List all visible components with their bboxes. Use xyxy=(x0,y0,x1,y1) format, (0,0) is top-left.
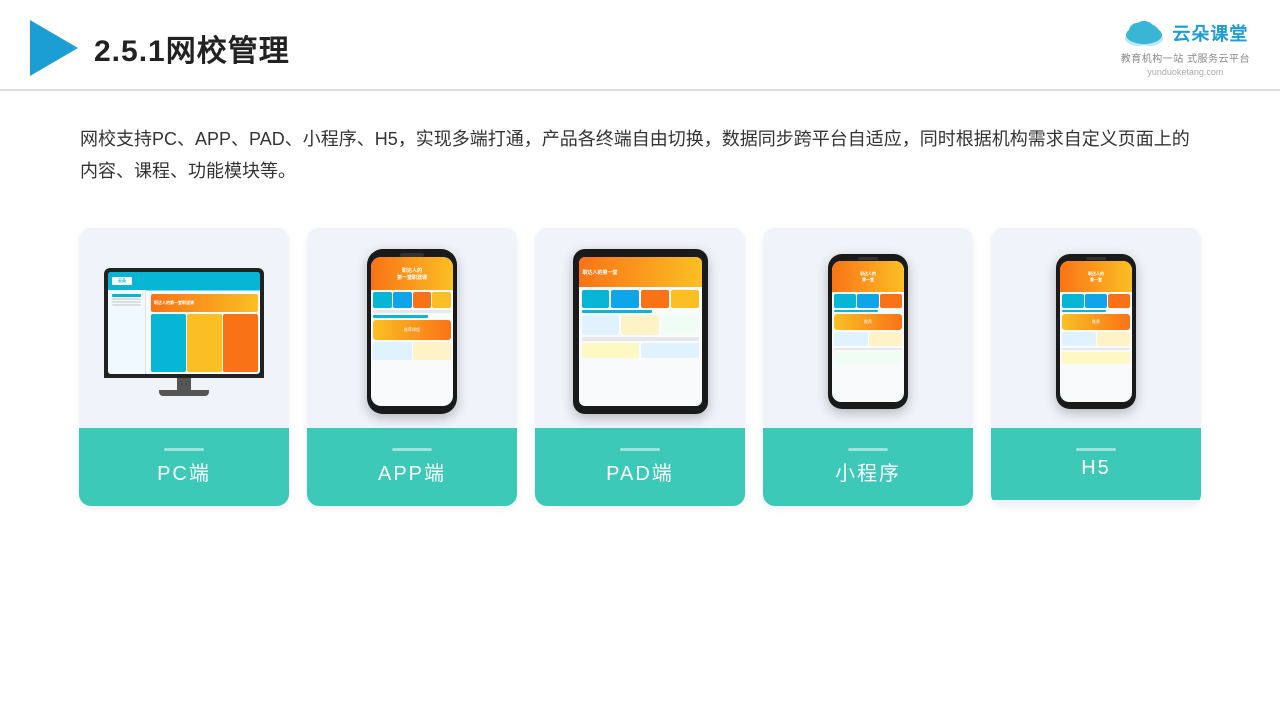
logo-triangle-icon xyxy=(30,20,78,76)
pc-mockup: 云朵 xyxy=(104,268,264,396)
card-pc-image: 云朵 xyxy=(79,228,289,428)
card-pc: 云朵 xyxy=(79,228,289,506)
card-pad-label: PAD端 xyxy=(535,428,745,506)
brand-name: 云朵课堂 xyxy=(1172,20,1248,46)
card-pad-image: 职达人的第一堂 xyxy=(535,228,745,428)
miniprogram-phone-mockup: 职达人的第一堂 推荐 xyxy=(828,254,908,409)
card-app-label: APP端 xyxy=(307,428,517,506)
header-right: 云朵课堂 教育机构一站 式服务云平台 yunduoketang.com xyxy=(1121,18,1250,77)
description-text: 网校支持PC、APP、PAD、小程序、H5，实现多端打通，产品各终端自由切换，数… xyxy=(0,91,1280,208)
card-miniprogram: 职达人的第一堂 推荐 xyxy=(763,228,973,506)
card-pc-label: PC端 xyxy=(79,428,289,506)
brand-logo: 云朵课堂 xyxy=(1122,18,1248,48)
header: 2.5.1网校管理 云朵课堂 教育机构一站 式服务云平台 yunduoketan… xyxy=(0,0,1280,91)
pad-tablet-mockup: 职达人的第一堂 xyxy=(573,249,708,414)
card-h5-label: H5 xyxy=(991,428,1201,500)
header-left: 2.5.1网校管理 xyxy=(30,20,290,76)
card-h5-image: 职达人的第一堂 推荐 xyxy=(991,228,1201,428)
card-pad: 职达人的第一堂 xyxy=(535,228,745,506)
card-miniprogram-label: 小程序 xyxy=(763,428,973,506)
brand-tagline: 教育机构一站 式服务云平台 xyxy=(1121,50,1250,65)
card-app: 职达人的第一堂职涯课 xyxy=(307,228,517,506)
h5-phone-mockup: 职达人的第一堂 推荐 xyxy=(1056,254,1136,409)
app-phone-mockup: 职达人的第一堂职涯课 xyxy=(367,249,457,414)
card-miniprogram-image: 职达人的第一堂 推荐 xyxy=(763,228,973,428)
card-h5: 职达人的第一堂 推荐 xyxy=(991,228,1201,506)
cloud-icon xyxy=(1122,18,1166,48)
card-app-image: 职达人的第一堂职涯课 xyxy=(307,228,517,428)
brand-url: yunduoketang.com xyxy=(1147,67,1223,77)
cards-container: 云朵 xyxy=(0,208,1280,536)
page-title: 2.5.1网校管理 xyxy=(94,26,290,70)
